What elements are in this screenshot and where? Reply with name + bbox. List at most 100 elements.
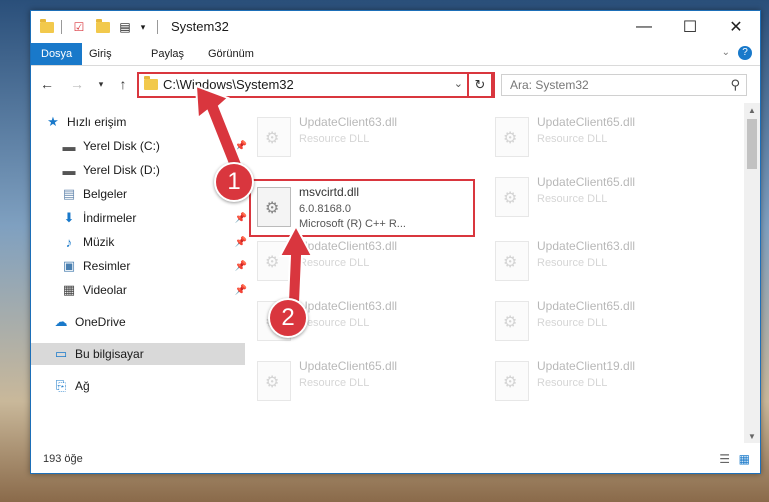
file-item[interactable]: UpdateClient65.dll Resource DLL: [489, 171, 709, 223]
file-list: UpdateClient63.dll Resource DLL UpdateCl…: [241, 103, 741, 443]
explorer-window: ☑ ▤ ▾ System32 — ☐ ✕ Dosya Giriş Paylaş …: [30, 10, 761, 474]
vertical-scrollbar[interactable]: ▲ ▼: [744, 103, 760, 443]
drive-icon: ▬: [62, 162, 76, 178]
address-bar[interactable]: C:\Windows\System32 ⌄: [137, 72, 495, 98]
sidebar-item-local-disk-c[interactable]: ▬ Yerel Disk (C:) 📌: [31, 135, 253, 157]
file-item[interactable]: UpdateClient65.dll Resource DLL: [489, 111, 709, 163]
sidebar-item-label: Yerel Disk (D:): [83, 163, 160, 177]
dll-file-icon: [495, 177, 529, 217]
new-folder-icon[interactable]: [95, 18, 111, 35]
file-name: msvcirtd.dll: [299, 185, 360, 199]
sidebar-item-music[interactable]: ♪ Müzik 📌: [31, 231, 253, 253]
address-path: C:\Windows\System32: [163, 77, 294, 92]
file-name: UpdateClient65.dll: [299, 359, 398, 373]
file-description: Resource DLL: [537, 193, 608, 205]
file-item[interactable]: UpdateClient63.dll Resource DLL: [251, 235, 471, 287]
dll-file-icon: [495, 241, 529, 281]
sidebar-item-label: Yerel Disk (C:): [83, 139, 160, 153]
dll-file-icon: [257, 361, 291, 401]
recent-locations-icon[interactable]: ▾: [91, 74, 111, 94]
file-name: UpdateClient19.dll: [537, 359, 636, 373]
customize-toolbar-icon[interactable]: ▤: [117, 19, 133, 35]
scroll-down-icon[interactable]: ▼: [744, 429, 760, 443]
refresh-button[interactable]: ↻: [467, 72, 493, 98]
sidebar-item-onedrive[interactable]: ☁ OneDrive: [31, 311, 245, 333]
ribbon-tabs: Dosya Giriş Paylaş Görünüm ⌄ ?: [31, 43, 760, 66]
tiles-view-icon[interactable]: ▦: [739, 452, 750, 466]
dll-file-icon: [257, 187, 291, 227]
file-description: Resource DLL: [299, 257, 370, 269]
search-icon: ⚲: [730, 77, 740, 92]
maximize-button[interactable]: ☐: [667, 11, 713, 43]
file-name: UpdateClient63.dll: [299, 115, 398, 129]
dll-file-icon: [257, 241, 291, 281]
music-icon: ♪: [65, 234, 73, 250]
sidebar-item-label: Bu bilgisayar: [75, 347, 144, 361]
sidebar-item-videos[interactable]: ▦ Videolar 📌: [31, 279, 253, 301]
sidebar-item-pictures[interactable]: ▣ Resimler 📌: [31, 255, 253, 277]
scroll-up-icon[interactable]: ▲: [744, 103, 760, 117]
tab-file[interactable]: Dosya: [31, 43, 83, 65]
dll-file-icon: [495, 301, 529, 341]
tab-share[interactable]: Paylaş: [141, 43, 194, 65]
step-badge-1: 1: [214, 162, 254, 202]
file-description: Resource DLL: [537, 133, 608, 145]
sidebar-item-quick-access[interactable]: ★ Hızlı erişim: [31, 111, 237, 133]
sidebar-item-label: OneDrive: [75, 315, 126, 329]
tab-view[interactable]: Görünüm: [198, 43, 264, 65]
details-view-icon[interactable]: ☰: [719, 452, 730, 466]
file-description: Resource DLL: [299, 317, 370, 329]
file-item[interactable]: UpdateClient65.dll Resource DLL: [489, 295, 709, 347]
file-description: Resource DLL: [299, 133, 370, 145]
status-bar: 193 öğe ☰ ▦: [31, 447, 760, 473]
file-item-selected[interactable]: msvcirtd.dll 6.0.8168.0 Microsoft (R) C+…: [249, 179, 475, 237]
scrollbar-thumb[interactable]: [747, 119, 757, 169]
step-badge-2: 2: [268, 298, 308, 338]
download-icon: ⬇: [63, 210, 75, 225]
search-input[interactable]: Ara: System32 ⚲: [501, 74, 747, 96]
properties-icon[interactable]: ☑: [71, 19, 87, 35]
up-button[interactable]: ↑: [113, 74, 133, 94]
title-bar: ☑ ▤ ▾ System32 — ☐ ✕: [31, 11, 760, 43]
star-icon: ★: [47, 114, 59, 129]
file-name: UpdateClient65.dll: [537, 175, 636, 189]
navigation-pane: ★ Hızlı erişim ▬ Yerel Disk (C:) 📌 ▬ Yer…: [31, 103, 247, 443]
sidebar-item-network[interactable]: ⎘ Ağ: [31, 375, 245, 397]
minimize-button[interactable]: —: [621, 11, 667, 43]
file-item[interactable]: UpdateClient19.dll Resource DLL: [489, 355, 709, 407]
back-button[interactable]: ←: [37, 74, 57, 94]
folder-icon: [144, 76, 158, 90]
sidebar-item-label: Belgeler: [83, 187, 128, 201]
computer-icon: ▭: [54, 346, 68, 361]
sidebar-item-label: Hızlı erişim: [67, 115, 127, 129]
file-name: UpdateClient63.dll: [537, 239, 636, 253]
tab-home[interactable]: Giriş: [79, 43, 122, 65]
divider: [61, 20, 62, 34]
cloud-icon: ☁: [54, 314, 68, 329]
divider: [157, 20, 158, 34]
file-description: Resource DLL: [299, 377, 370, 389]
chevron-down-icon[interactable]: ⌄: [722, 47, 730, 58]
chevron-down-icon[interactable]: ⌄: [454, 77, 463, 90]
sidebar-item-label: Resimler: [83, 259, 131, 273]
documents-icon: ▤: [62, 186, 76, 201]
file-name: UpdateClient65.dll: [537, 115, 636, 129]
chevron-down-icon[interactable]: ▾: [135, 19, 151, 35]
help-icon[interactable]: ?: [738, 46, 752, 60]
item-count: 193 öğe: [43, 453, 83, 465]
file-description: Resource DLL: [537, 377, 608, 389]
sidebar-item-this-pc[interactable]: ▭ Bu bilgisayar: [31, 343, 245, 365]
file-item[interactable]: UpdateClient65.dll Resource DLL: [251, 355, 471, 407]
sidebar-item-label: Müzik: [83, 235, 115, 249]
close-button[interactable]: ✕: [713, 11, 759, 43]
file-item[interactable]: UpdateClient63.dll Resource DLL: [251, 111, 471, 163]
file-description: Resource DLL: [537, 257, 608, 269]
sidebar-item-label: Ağ: [75, 379, 90, 393]
forward-button[interactable]: →: [67, 74, 87, 94]
dll-file-icon: [257, 117, 291, 157]
network-icon: ⎘: [55, 378, 67, 393]
file-item[interactable]: UpdateClient63.dll Resource DLL: [489, 235, 709, 287]
file-company: Microsoft (R) C++ R...: [299, 218, 406, 230]
sidebar-item-downloads[interactable]: ⬇ İndirmeler 📌: [31, 207, 253, 229]
drive-icon: ▬: [62, 138, 76, 154]
